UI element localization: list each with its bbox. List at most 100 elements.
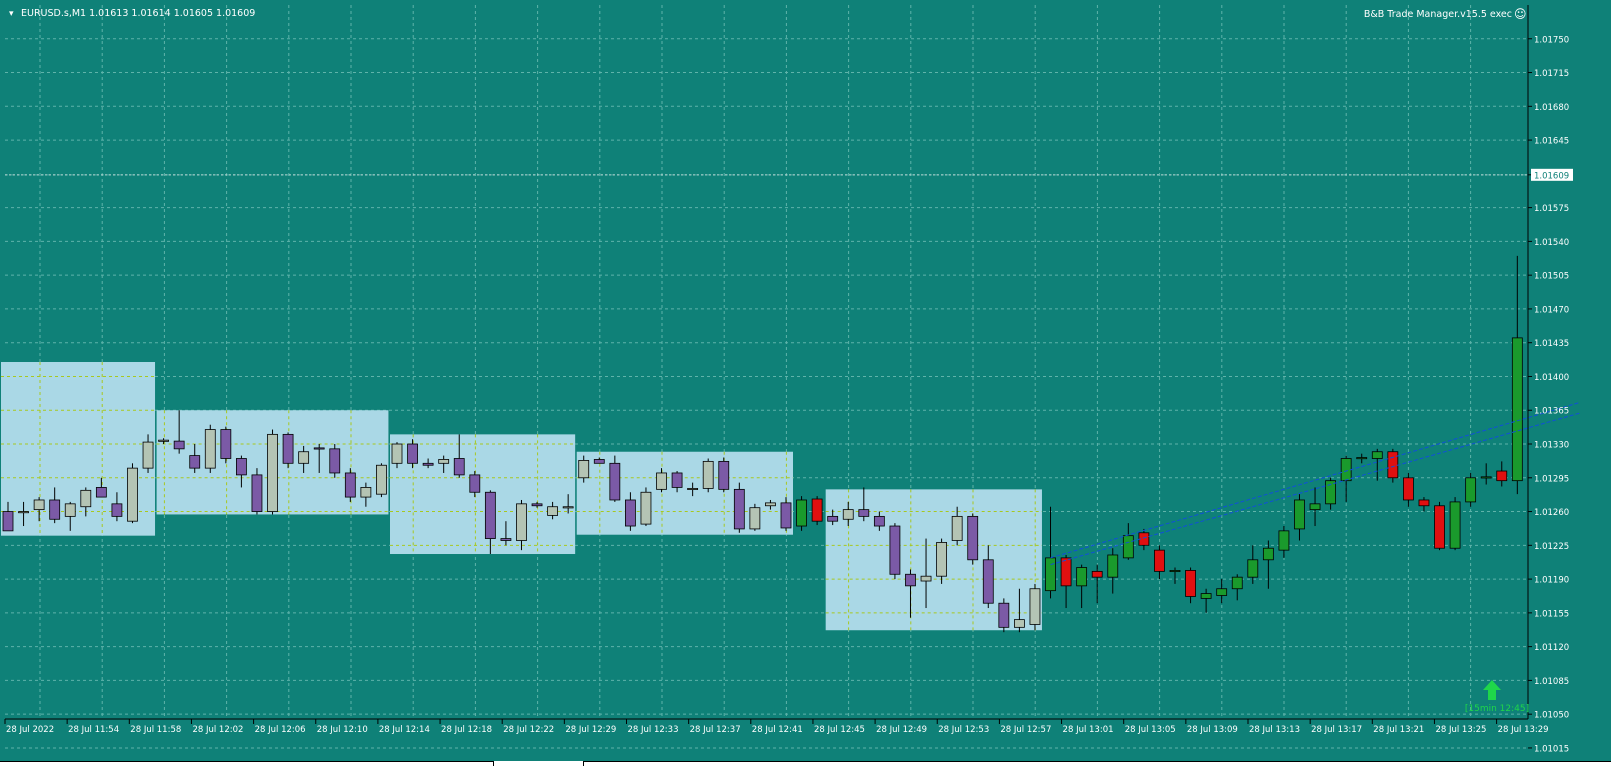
candle bbox=[1465, 472, 1477, 507]
candle-body bbox=[811, 498, 823, 522]
time-tick-label: 28 Jul 12:49 bbox=[876, 725, 927, 735]
time-tick-label: 28 Jul 11:58 bbox=[130, 725, 181, 735]
price-tick-label: 1.01645 bbox=[1534, 137, 1569, 147]
candle-body bbox=[1060, 557, 1072, 587]
time-tick-label: 28 Jul 12:53 bbox=[938, 725, 989, 735]
candle bbox=[733, 482, 745, 533]
candle-body bbox=[1465, 477, 1477, 503]
time-tick-label: 28 Jul 12:14 bbox=[379, 725, 430, 735]
price-tick-label: 1.01540 bbox=[1534, 238, 1569, 248]
candle-body bbox=[609, 462, 621, 501]
candle-body bbox=[1107, 554, 1119, 578]
expert-advisor-label[interactable]: B&B Trade Manager.v15.5 exec bbox=[1364, 9, 1512, 20]
candle-body bbox=[1511, 337, 1523, 482]
plot-area bbox=[5, 5, 1528, 719]
time-tick-label: 28 Jul 12:45 bbox=[814, 725, 865, 735]
candle-body bbox=[718, 460, 730, 490]
candle-body bbox=[251, 474, 263, 512]
candle-body bbox=[780, 502, 792, 529]
candle bbox=[204, 424, 216, 473]
candle-body bbox=[1309, 503, 1321, 511]
price-tick-label: 1.01155 bbox=[1534, 609, 1569, 619]
symbol-dropdown-icon[interactable]: ▾ bbox=[9, 9, 14, 19]
candle-body bbox=[64, 503, 76, 517]
candle-body bbox=[796, 499, 807, 527]
candle bbox=[344, 468, 356, 502]
candle-body bbox=[1169, 570, 1181, 573]
candle bbox=[998, 598, 1010, 633]
candle-body bbox=[282, 433, 294, 464]
time-tick-label: 28 Jul 12:29 bbox=[565, 725, 616, 735]
price-tick-label: 1.01120 bbox=[1534, 643, 1569, 653]
candle-body bbox=[858, 509, 870, 517]
candle-body bbox=[1340, 458, 1352, 482]
candle-body bbox=[998, 602, 1010, 628]
candle-body bbox=[562, 506, 574, 509]
candle-body bbox=[142, 441, 154, 469]
candle bbox=[282, 432, 294, 469]
candle bbox=[376, 463, 387, 498]
candle-body bbox=[33, 499, 45, 511]
candle bbox=[1029, 583, 1041, 631]
candle bbox=[267, 429, 278, 515]
chart-canvas[interactable]: 1.01750 1.01715 1.01680 1.01645 1.01609 1.015… bbox=[0, 0, 1611, 765]
symbol-info: EURUSD.s,M1 1.01613 1.01614 1.01605 1.01… bbox=[21, 8, 255, 19]
candle-body bbox=[1045, 557, 1056, 592]
time-tick-label: 28 Jul 12:22 bbox=[503, 725, 554, 735]
candle-body bbox=[1014, 619, 1025, 628]
candle-body bbox=[344, 472, 356, 498]
candle-body bbox=[469, 474, 481, 493]
candle-body bbox=[111, 503, 123, 517]
candle-body bbox=[18, 511, 29, 514]
candle bbox=[127, 463, 138, 524]
candle-body bbox=[1449, 501, 1461, 549]
price-tick-label: 1.01295 bbox=[1534, 474, 1569, 484]
candle bbox=[1449, 497, 1461, 551]
candle-body bbox=[749, 507, 761, 530]
candle bbox=[811, 496, 823, 526]
candle-body bbox=[1278, 530, 1290, 551]
bottom-panel-tab[interactable] bbox=[583, 761, 1611, 766]
price-tick-label: 1.01575 bbox=[1534, 204, 1569, 214]
candle-body bbox=[625, 499, 636, 527]
candle-body bbox=[329, 448, 341, 474]
candle-body bbox=[1200, 593, 1212, 599]
time-tick-label: 28 Jul 12:18 bbox=[441, 725, 492, 735]
price-tick-label: 1.01435 bbox=[1534, 339, 1569, 349]
candle-body bbox=[158, 439, 170, 442]
candle-body bbox=[1076, 567, 1088, 587]
candle-body bbox=[500, 538, 512, 541]
candle bbox=[251, 468, 263, 515]
candle-body bbox=[531, 503, 543, 507]
candle-body bbox=[765, 502, 776, 507]
candle bbox=[220, 426, 232, 464]
time-tick-label: 28 Jul 13:05 bbox=[1125, 725, 1176, 735]
candle bbox=[749, 503, 761, 531]
time-tick-label: 28 Jul 13:09 bbox=[1187, 725, 1238, 735]
candle-body bbox=[982, 559, 994, 604]
time-tick-label: 28 Jul 13:17 bbox=[1311, 725, 1362, 735]
candle-body bbox=[407, 443, 418, 464]
candle-body bbox=[204, 429, 216, 469]
candle-body bbox=[313, 447, 325, 450]
smiley-icon: ☺ bbox=[1514, 7, 1527, 21]
session-box bbox=[825, 489, 1042, 631]
candle bbox=[1434, 501, 1445, 551]
candle-body bbox=[1262, 547, 1274, 561]
price-tick-label: 1.01715 bbox=[1534, 69, 1569, 79]
time-tick-label: 28 Jul 12:33 bbox=[628, 725, 679, 735]
bottom-panel-tab[interactable] bbox=[0, 761, 494, 766]
candle-body bbox=[1371, 451, 1383, 459]
candle-body bbox=[1294, 499, 1305, 530]
price-chart[interactable]: 1.01750 1.01715 1.01680 1.01645 1.01609 1.015… bbox=[0, 0, 1611, 766]
candle-body bbox=[391, 443, 403, 464]
price-tick-label: 1.01225 bbox=[1534, 542, 1569, 552]
candle-body bbox=[842, 509, 854, 520]
candle-body bbox=[593, 459, 605, 464]
candle-body bbox=[578, 460, 590, 479]
time-tick-label: 28 Jul 11:54 bbox=[68, 725, 119, 735]
candle bbox=[967, 513, 979, 565]
candle-body bbox=[1154, 549, 1165, 572]
time-tick-label: 28 Jul 13:13 bbox=[1249, 725, 1300, 735]
candle-body bbox=[1231, 576, 1243, 590]
